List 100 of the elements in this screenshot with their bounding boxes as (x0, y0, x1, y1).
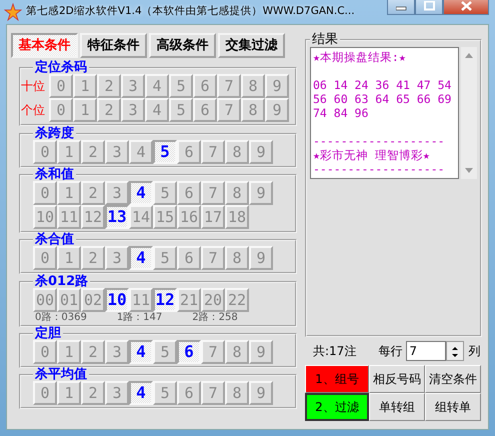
result-textarea[interactable]: ★本期操盘结果:★ 06 14 24 36 41 47 54 56 60 63 64 65 66 69 74 84 96 ------------------- ★彩市无神 理智博彩★ ------------------- (310, 47, 459, 179)
number-button[interactable]: 5 (153, 340, 177, 364)
number-button[interactable]: 11 (57, 205, 81, 229)
number-button[interactable]: 2 (81, 181, 105, 205)
number-button[interactable]: 5 (153, 246, 177, 270)
per-row-input[interactable]: 7 (406, 341, 446, 361)
scroll-down-icon[interactable] (465, 168, 473, 173)
number-button[interactable]: 4 (129, 381, 153, 405)
number-button[interactable]: 9 (265, 74, 289, 98)
number-button[interactable]: 6 (177, 381, 201, 405)
number-button[interactable]: 9 (265, 98, 289, 122)
number-button[interactable]: 6 (193, 98, 217, 122)
number-button[interactable]: 3 (105, 140, 129, 164)
number-button[interactable]: 0 (33, 140, 57, 164)
number-button[interactable]: 6 (177, 246, 201, 270)
number-button[interactable]: 7 (217, 98, 241, 122)
number-button[interactable]: 13 (105, 205, 129, 229)
number-button[interactable]: 8 (225, 181, 249, 205)
close-button[interactable] (443, 0, 489, 15)
number-button[interactable]: 3 (105, 340, 129, 364)
number-button[interactable]: 8 (225, 381, 249, 405)
number-button[interactable]: 6 (193, 74, 217, 98)
number-button[interactable]: 8 (225, 140, 249, 164)
tab[interactable]: 高级条件 (149, 33, 216, 58)
maximize-button[interactable] (415, 0, 443, 15)
number-button[interactable]: 4 (129, 340, 153, 364)
number-button[interactable]: 1 (73, 98, 97, 122)
number-button[interactable]: 8 (241, 74, 265, 98)
number-button[interactable]: 4 (129, 140, 153, 164)
tab[interactable]: 基本条件 (11, 33, 78, 58)
action-button[interactable]: 清空条件 (425, 365, 481, 393)
number-button[interactable]: 2 (97, 74, 121, 98)
number-button[interactable]: 4 (145, 98, 169, 122)
number-button[interactable]: 17 (201, 205, 225, 229)
number-button[interactable]: 10 (33, 205, 57, 229)
number-button[interactable]: 6 (177, 140, 201, 164)
spinner[interactable] (446, 341, 464, 361)
number-button[interactable]: 01 (57, 288, 81, 312)
number-button[interactable]: 9 (249, 140, 273, 164)
number-button[interactable]: 7 (201, 340, 225, 364)
number-button[interactable]: 5 (153, 181, 177, 205)
number-button[interactable]: 5 (153, 381, 177, 405)
number-button[interactable]: 10 (105, 288, 129, 312)
number-button[interactable]: 5 (169, 74, 193, 98)
number-button[interactable]: 3 (105, 246, 129, 270)
number-button[interactable]: 20 (201, 288, 225, 312)
number-button[interactable]: 9 (249, 340, 273, 364)
number-button[interactable]: 6 (177, 340, 201, 364)
number-button[interactable]: 5 (169, 98, 193, 122)
number-button[interactable]: 2 (81, 246, 105, 270)
action-button[interactable]: 2、过滤 (305, 393, 369, 421)
action-button[interactable]: 组转单 (425, 393, 481, 421)
number-button[interactable]: 1 (57, 340, 81, 364)
number-button[interactable]: 3 (105, 181, 129, 205)
number-button[interactable]: 18 (225, 205, 249, 229)
number-button[interactable]: 15 (153, 205, 177, 229)
number-button[interactable]: 2 (97, 98, 121, 122)
number-button[interactable]: 0 (33, 381, 57, 405)
number-button[interactable]: 12 (81, 205, 105, 229)
number-button[interactable]: 21 (177, 288, 201, 312)
number-button[interactable]: 3 (121, 74, 145, 98)
number-button[interactable]: 14 (129, 205, 153, 229)
number-button[interactable]: 0 (33, 246, 57, 270)
action-button[interactable]: 相反号码 (369, 365, 425, 393)
number-button[interactable]: 7 (201, 140, 225, 164)
number-button[interactable]: 0 (49, 98, 73, 122)
number-button[interactable]: 6 (177, 181, 201, 205)
number-button[interactable]: 3 (105, 381, 129, 405)
number-button[interactable]: 9 (249, 381, 273, 405)
number-button[interactable]: 1 (73, 74, 97, 98)
number-button[interactable]: 12 (153, 288, 177, 312)
tab[interactable]: 特征条件 (80, 33, 147, 58)
action-button[interactable]: 1、组号 (305, 365, 369, 393)
number-button[interactable]: 0 (33, 181, 57, 205)
number-button[interactable]: 22 (225, 288, 249, 312)
number-button[interactable]: 8 (241, 98, 265, 122)
scrollbar[interactable] (461, 47, 477, 179)
number-button[interactable]: 00 (33, 288, 57, 312)
number-button[interactable]: 1 (57, 181, 81, 205)
tab[interactable]: 交集过滤 (218, 33, 285, 58)
action-button[interactable]: 单转组 (369, 393, 425, 421)
number-button[interactable]: 9 (249, 181, 273, 205)
number-button[interactable]: 2 (81, 140, 105, 164)
number-button[interactable]: 3 (121, 98, 145, 122)
number-button[interactable]: 4 (129, 246, 153, 270)
number-button[interactable]: 1 (57, 381, 81, 405)
number-button[interactable]: 8 (225, 340, 249, 364)
number-button[interactable]: 9 (249, 246, 273, 270)
number-button[interactable]: 7 (201, 246, 225, 270)
number-button[interactable]: 7 (201, 381, 225, 405)
number-button[interactable]: 2 (81, 340, 105, 364)
number-button[interactable]: 5 (153, 140, 177, 164)
number-button[interactable]: 11 (129, 288, 153, 312)
number-button[interactable]: 02 (81, 288, 105, 312)
number-button[interactable]: 2 (81, 381, 105, 405)
number-button[interactable]: 16 (177, 205, 201, 229)
number-button[interactable]: 7 (217, 74, 241, 98)
minimize-button[interactable] (387, 0, 415, 15)
number-button[interactable]: 4 (129, 181, 153, 205)
number-button[interactable]: 1 (57, 140, 81, 164)
